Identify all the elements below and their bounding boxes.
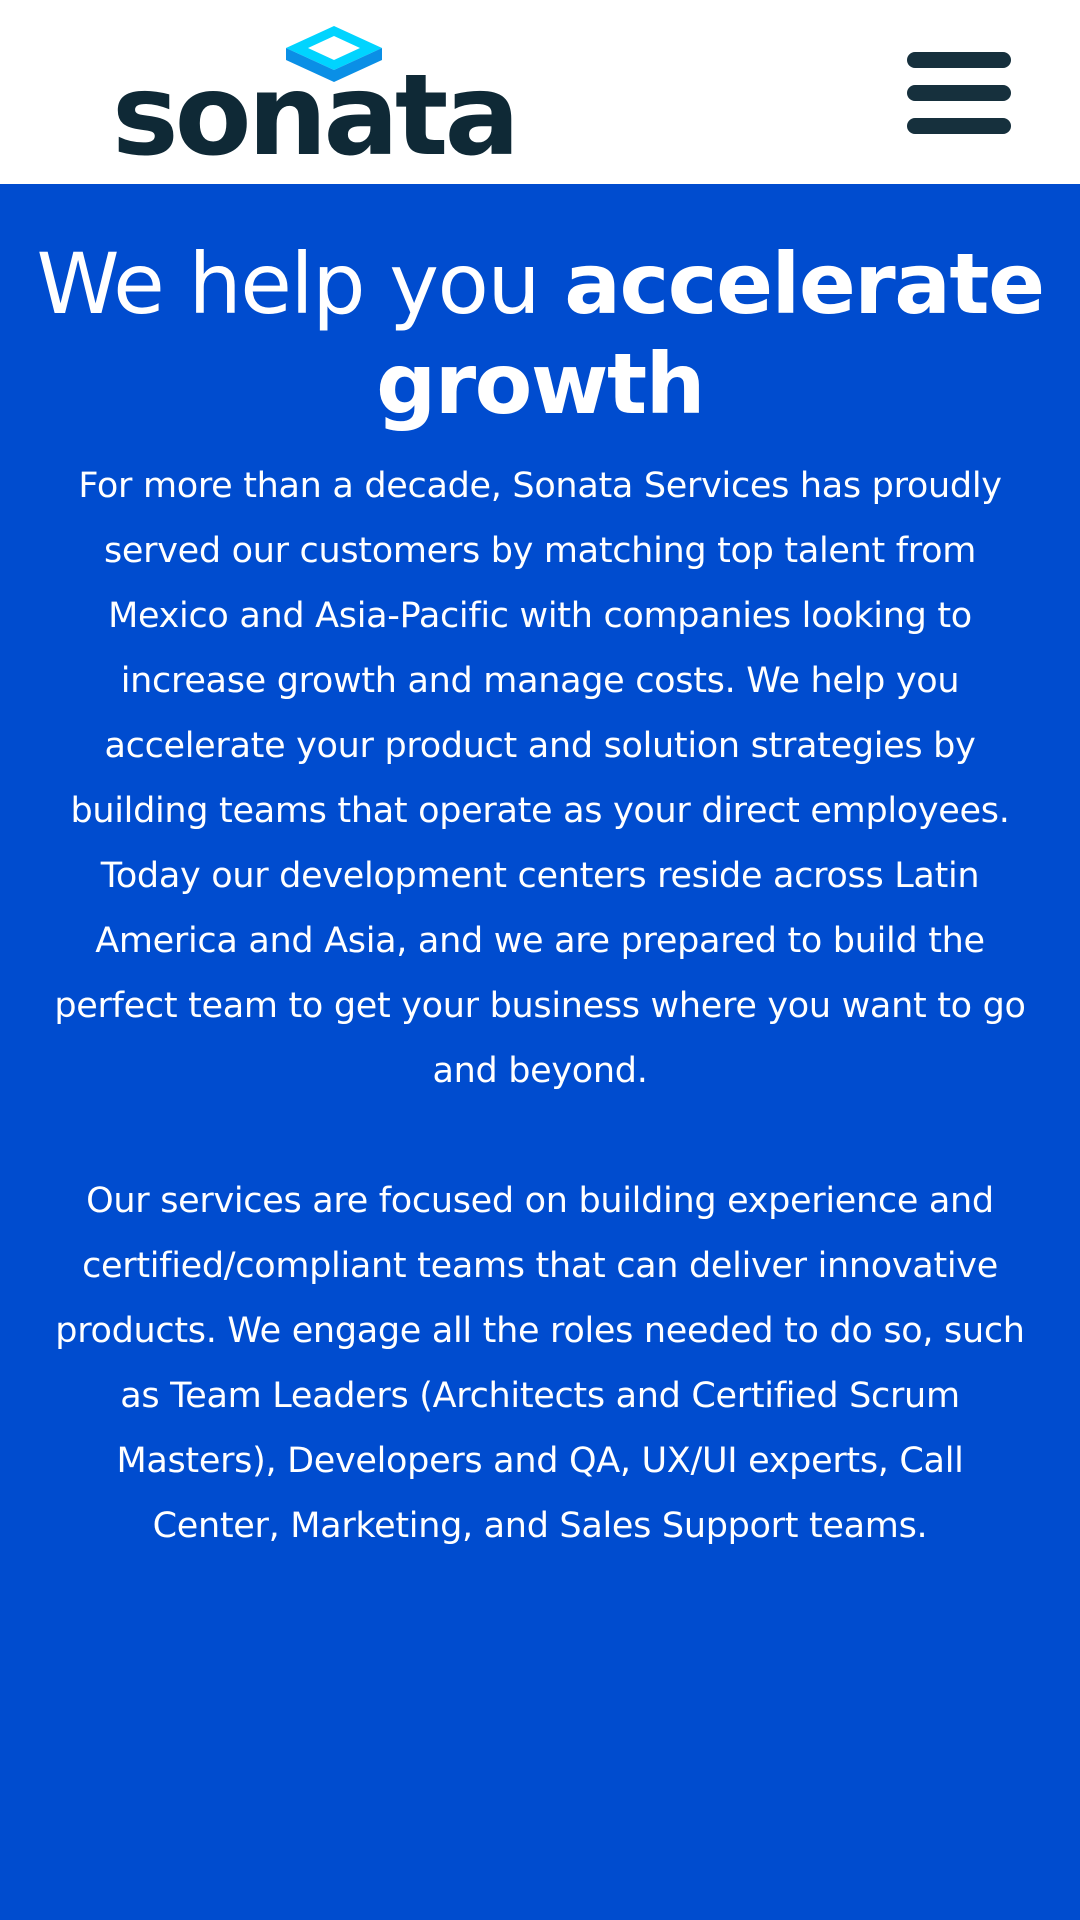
logo-wordmark: sonata [112, 51, 520, 181]
hero-section: We help you accelerate growth For more t… [0, 184, 1080, 1920]
site-header: sonata [0, 0, 1080, 184]
hero-paragraph-services: Our services are focused on building exp… [55, 1181, 1025, 1546]
menu-bar-bottom [907, 118, 1011, 134]
sonata-logo[interactable]: sonata [112, 20, 520, 172]
hamburger-menu-icon[interactable] [907, 52, 1011, 134]
hero-body: For more than a decade, Sonata Services … [50, 454, 1030, 1559]
menu-bar-middle [907, 85, 1011, 101]
hero-title: We help you accelerate growth [30, 234, 1050, 434]
menu-bar-top [907, 52, 1011, 68]
hero-paragraph-intro: For more than a decade, Sonata Services … [54, 466, 1026, 1091]
hero-title-regular: We help you [36, 235, 540, 333]
